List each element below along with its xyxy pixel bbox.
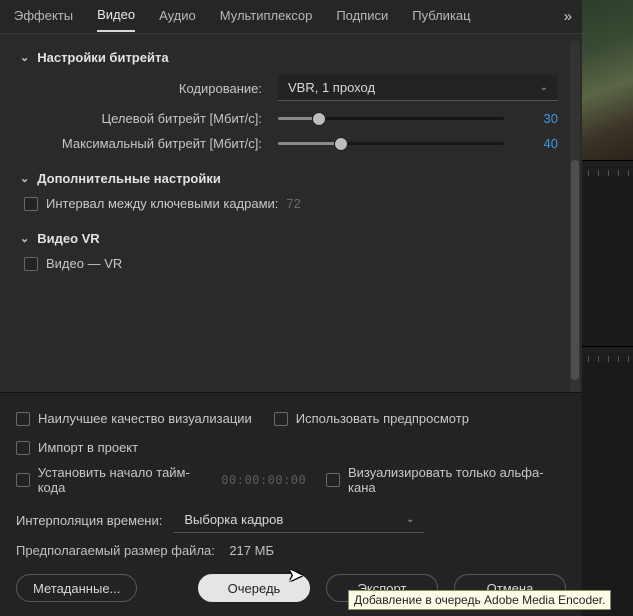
interpolation-dropdown[interactable]: Выборка кадров ⌄ [174,507,424,533]
keyframe-label: Интервал между ключевыми кадрами: [46,196,278,211]
export-settings-panel: Эффекты Видео Аудио Мультиплексор Подпис… [0,0,582,616]
chevron-down-icon: ⌄ [20,232,29,245]
render-alpha-checkbox[interactable] [326,473,340,487]
row-max-bitrate: Максимальный битрейт [Мбит/с]: 40 [20,136,562,151]
opt-timecode-row: Установить начало тайм-кода 00:00:00:00 … [16,465,566,495]
chevron-down-icon: ⌄ [406,514,414,525]
timeline-ruler[interactable] [582,160,633,176]
row-target-bitrate: Целевой битрейт [Мбит/с]: 30 [20,111,562,126]
slider-track[interactable] [278,142,504,145]
tab-multiplexer[interactable]: Мультиплексор [220,8,313,31]
queue-button[interactable]: Очередь [198,574,310,602]
vr-checkbox[interactable] [24,257,38,271]
section-bitrate-title: Настройки битрейта [37,50,168,65]
tab-overflow-icon[interactable]: » [564,8,572,31]
target-bitrate-label: Целевой битрейт [Мбит/с]: [20,111,278,126]
video-settings-scroll: ⌄ Настройки битрейта Кодирование: VBR, 1… [0,34,582,392]
slider-thumb[interactable] [334,137,348,151]
preview-thumbnail [582,0,633,160]
scrollbar[interactable] [570,40,580,392]
estimated-size-value: 217 МБ [229,543,274,558]
section-advanced-title: Дополнительные настройки [37,171,221,186]
interpolation-label: Интерполяция времени: [16,513,162,528]
row-keyframe-interval: Интервал между ключевыми кадрами: 72 [24,196,562,211]
tab-captions[interactable]: Подписи [336,8,388,31]
tab-video[interactable]: Видео [97,7,135,32]
chevron-down-icon: ⌄ [20,51,29,64]
section-bitrate[interactable]: ⌄ Настройки битрейта [20,50,562,65]
max-bitrate-slider[interactable]: 40 [278,136,558,151]
tab-publish[interactable]: Публикац [412,8,470,31]
opt-use-preview: Использовать предпросмотр [274,411,469,426]
best-quality-label: Наилучшее качество визуализации [38,411,252,426]
set-timecode-checkbox[interactable] [16,473,30,487]
timeline-ruler[interactable] [582,346,633,362]
use-preview-label: Использовать предпросмотр [296,411,469,426]
encoding-value: VBR, 1 проход [288,80,375,95]
opt-import-project: Импорт в проект [16,440,566,455]
vr-label: Видео — VR [46,256,122,271]
set-timecode-label: Установить начало тайм-кода [38,465,214,495]
target-bitrate-value[interactable]: 30 [518,111,558,126]
export-footer: Наилучшее качество визуализации Использо… [0,392,582,616]
section-vr-title: Видео VR [37,231,99,246]
section-advanced[interactable]: ⌄ Дополнительные настройки [20,171,562,186]
queue-tooltip: Добавление в очередь Adobe Media Encoder… [348,590,611,610]
tab-audio[interactable]: Аудио [159,8,196,31]
scrollbar-thumb[interactable] [571,160,579,380]
encoding-dropdown[interactable]: VBR, 1 проход ⌄ [278,75,558,101]
import-project-checkbox[interactable] [16,441,30,455]
slider-track[interactable] [278,117,504,120]
tab-bar: Эффекты Видео Аудио Мультиплексор Подпис… [0,0,582,34]
opt-best-quality: Наилучшее качество визуализации [16,411,252,426]
preview-strip [582,0,633,616]
tab-effects[interactable]: Эффекты [14,8,73,31]
slider-thumb[interactable] [312,112,326,126]
target-bitrate-slider[interactable]: 30 [278,111,558,126]
chevron-down-icon: ⌄ [20,172,29,185]
chevron-down-icon: ⌄ [540,82,548,93]
timecode-value: 00:00:00:00 [221,473,306,487]
row-vr-video: Видео — VR [24,256,562,271]
estimated-size-label: Предполагаемый размер файла: [16,543,215,558]
row-interpolation: Интерполяция времени: Выборка кадров ⌄ [16,507,566,533]
slider-fill [278,142,341,145]
keyframe-checkbox[interactable] [24,197,38,211]
row-estimated-size: Предполагаемый размер файла: 217 МБ [16,543,566,558]
row-encoding: Кодирование: VBR, 1 проход ⌄ [20,75,562,101]
use-preview-checkbox[interactable] [274,412,288,426]
interpolation-value: Выборка кадров [184,512,283,527]
max-bitrate-label: Максимальный битрейт [Мбит/с]: [20,136,278,151]
best-quality-checkbox[interactable] [16,412,30,426]
encoding-label: Кодирование: [20,81,278,96]
import-project-label: Импорт в проект [38,440,138,455]
max-bitrate-value[interactable]: 40 [518,136,558,151]
keyframe-value: 72 [286,196,300,211]
render-alpha-label: Визуализировать только альфа-кана [348,465,566,495]
metadata-button[interactable]: Метаданные... [16,574,137,602]
section-vr[interactable]: ⌄ Видео VR [20,231,562,246]
